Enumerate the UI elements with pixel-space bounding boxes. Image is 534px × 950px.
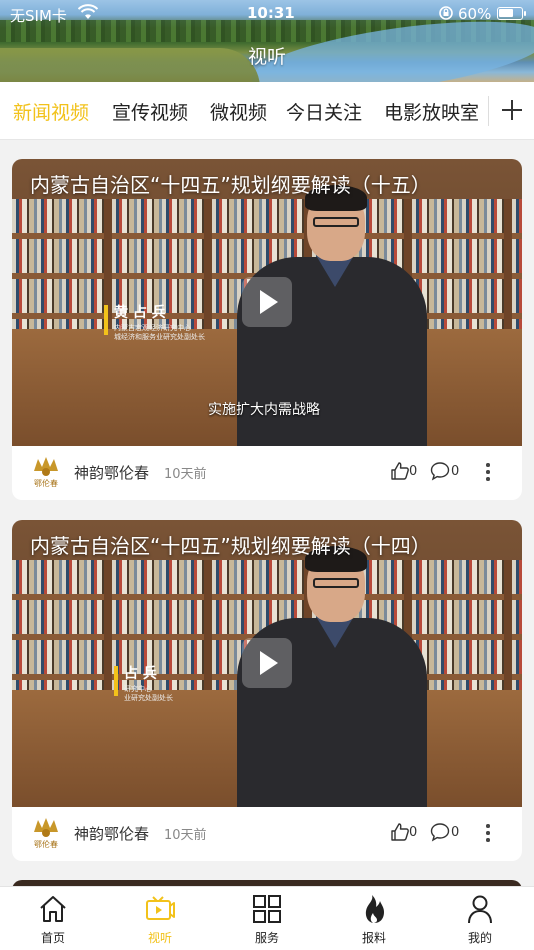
like-count: 0 — [409, 464, 418, 479]
category-tabs: 新闻视频 宣传视频 微视频 今日关注 电影放映室 — [0, 82, 534, 140]
comment-count: 0 — [451, 825, 460, 840]
tab-promo-video[interactable]: 宣传视频 — [112, 98, 188, 125]
play-icon[interactable] — [242, 277, 292, 327]
tabs-divider — [488, 96, 489, 126]
page-title: 视听 — [247, 46, 286, 68]
more-options-icon[interactable] — [480, 821, 496, 845]
comment-icon[interactable] — [430, 461, 450, 481]
orientation-lock-icon — [439, 6, 453, 20]
nav-home[interactable]: 首页 — [23, 893, 83, 946]
battery-icon — [497, 7, 526, 20]
flame-icon — [365, 895, 384, 923]
like-icon[interactable] — [390, 461, 410, 481]
nav-media[interactable]: 视听 — [130, 893, 190, 946]
person-icon — [468, 895, 492, 924]
home-icon — [40, 896, 66, 922]
channel-logo[interactable]: 鄂伦春 — [26, 816, 66, 852]
comment-count: 0 — [451, 464, 460, 479]
status-bar: 无SIM卡 10:31 60% — [0, 0, 534, 28]
post-time: 10天前 — [164, 467, 207, 482]
like-icon[interactable] — [390, 822, 410, 842]
nav-services[interactable]: 服务 — [237, 893, 297, 946]
bottom-nav: 首页 视听 服务 报料 我的 — [0, 886, 534, 950]
nav-services-label: 服务 — [254, 931, 279, 945]
speaker-role: 城经济和服务业研究处副处长 — [114, 333, 205, 341]
like-count: 0 — [409, 825, 418, 840]
post-time: 10天前 — [164, 828, 207, 843]
channel-logo[interactable]: 鄂伦春 — [26, 455, 66, 491]
nav-report[interactable]: 报料 — [344, 893, 404, 946]
nav-report-label: 报料 — [361, 931, 386, 945]
video-title: 内蒙古自治区“十四五”规划纲要解读（十五） — [30, 173, 431, 197]
speaker-name: 黄 占 兵 — [114, 305, 166, 321]
video-card[interactable]: 内蒙古自治区“十四五”规划纲要解读（十四） 占 兵 研究中心 业研究处副处长 鄂… — [12, 520, 522, 861]
wifi-icon — [78, 4, 98, 19]
comment-icon[interactable] — [430, 822, 450, 842]
card-meta: 鄂伦春 神韵鄂伦春 10天前 0 0 — [12, 446, 522, 500]
tab-micro-video[interactable]: 微视频 — [210, 98, 267, 125]
svg-text:鄂伦春: 鄂伦春 — [34, 478, 58, 488]
tab-movie-room[interactable]: 电影放映室 — [384, 98, 479, 125]
add-tab-icon[interactable] — [498, 95, 526, 125]
card-meta: 鄂伦春 神韵鄂伦春 10天前 0 0 — [12, 807, 522, 861]
play-icon[interactable] — [242, 638, 292, 688]
more-options-icon[interactable] — [480, 460, 496, 484]
video-thumbnail[interactable]: 内蒙古自治区“十四五”规划纲要解读（十五） 黄 占 兵 内蒙古宏观经济研究中心 … — [12, 159, 522, 446]
speaker-name: 占 兵 — [124, 666, 157, 682]
author-name[interactable]: 神韵鄂伦春 — [74, 462, 149, 483]
tab-today-focus[interactable]: 今日关注 — [286, 98, 362, 125]
video-card[interactable]: 内蒙古自治区“十四五”规划纲要解读（十五） 黄 占 兵 内蒙古宏观经济研究中心 … — [12, 159, 522, 500]
nav-profile-label: 我的 — [467, 931, 492, 945]
clock: 10:31 — [247, 4, 295, 22]
nav-home-label: 首页 — [40, 931, 65, 945]
nav-media-label: 视听 — [147, 931, 172, 945]
svg-text:鄂伦春: 鄂伦春 — [34, 839, 58, 849]
speaker-role: 业研究处副处长 — [124, 694, 173, 702]
grid-icon — [253, 895, 281, 923]
tv-play-icon — [146, 896, 175, 920]
video-thumbnail[interactable]: 内蒙古自治区“十四五”规划纲要解读（十四） 占 兵 研究中心 业研究处副处长 — [12, 520, 522, 807]
video-caption: 实施扩大内需战略 — [208, 402, 320, 418]
nav-profile[interactable]: 我的 — [450, 893, 510, 946]
battery-percent: 60% — [458, 5, 492, 23]
carrier-label: 无SIM卡 — [10, 7, 67, 25]
video-title: 内蒙古自治区“十四五”规划纲要解读（十四） — [30, 534, 431, 558]
author-name[interactable]: 神韵鄂伦春 — [74, 823, 149, 844]
tab-news-video[interactable]: 新闻视频 — [13, 98, 89, 125]
